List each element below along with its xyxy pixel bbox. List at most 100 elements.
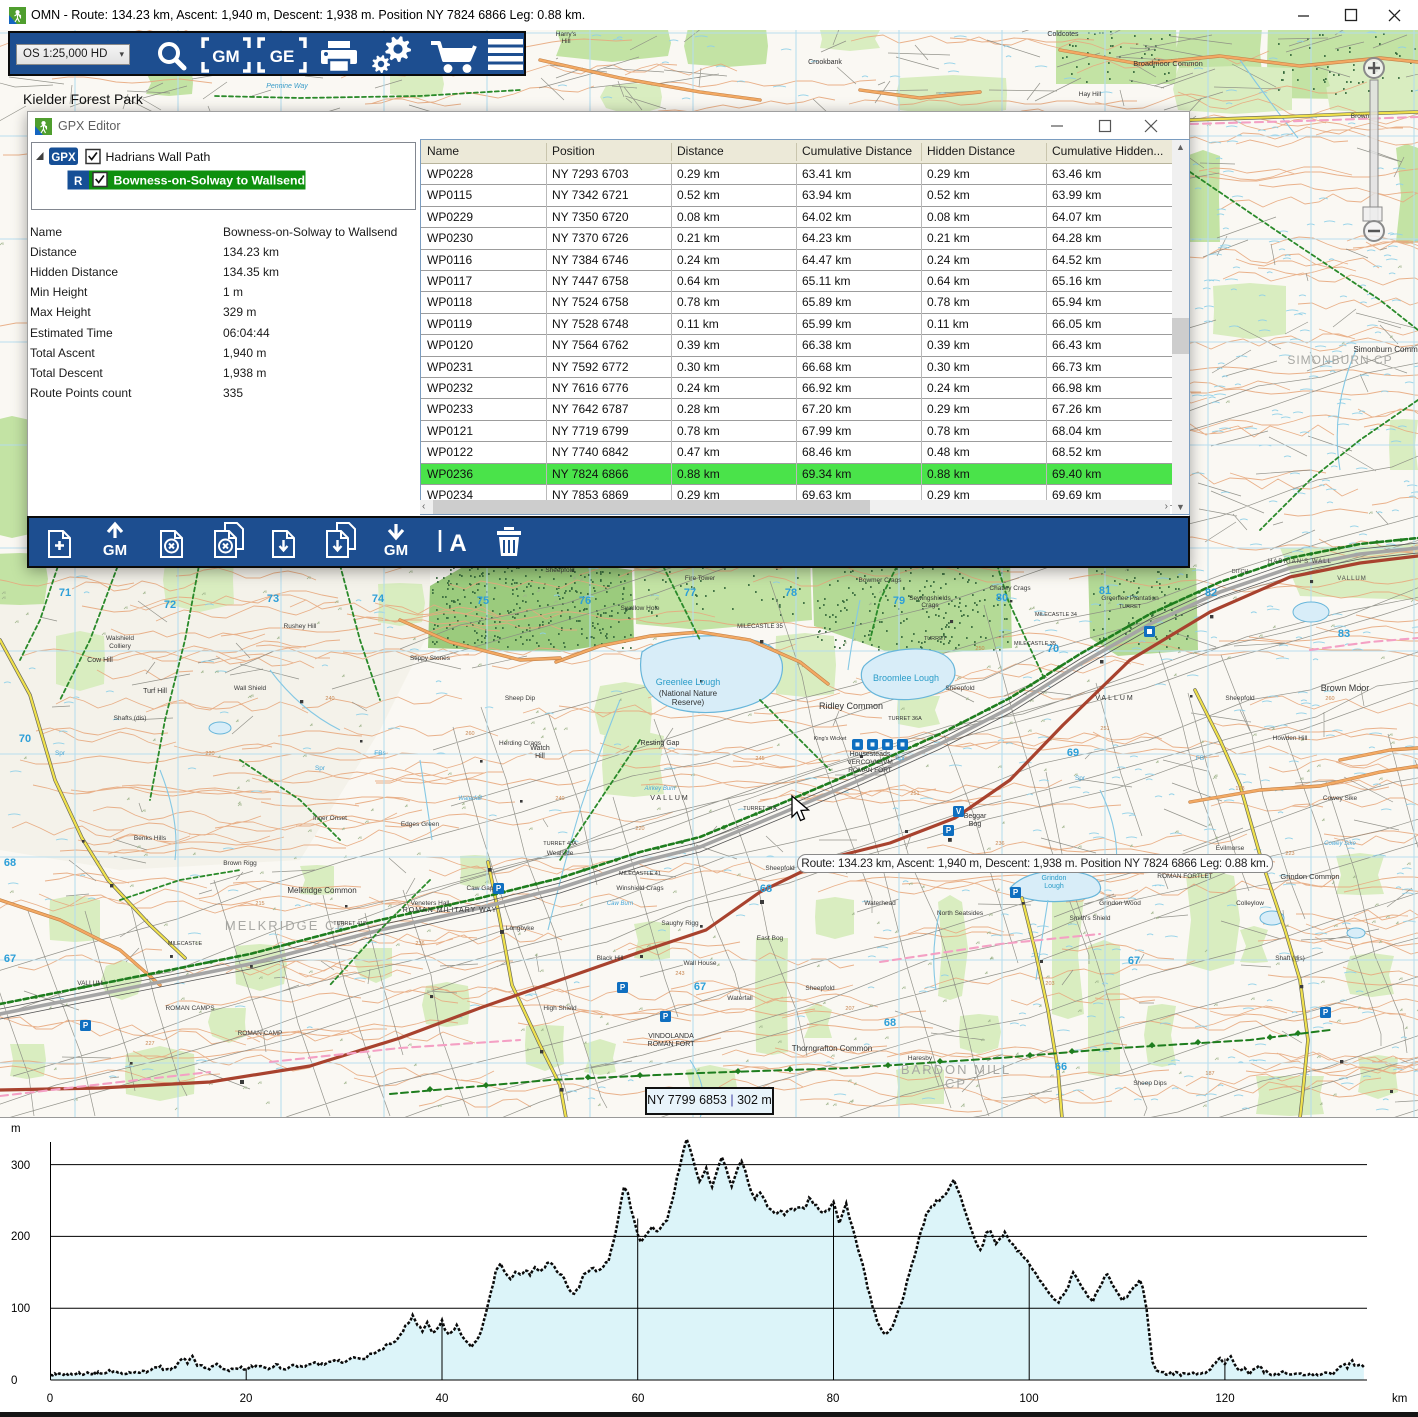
svg-text:Cowey Sike: Cowey Sike <box>1324 841 1356 847</box>
svg-text:Black Hill: Black Hill <box>597 955 624 962</box>
svg-text:Sheep Dip: Sheep Dip <box>505 695 536 702</box>
svg-text:Shafts (dis): Shafts (dis) <box>114 715 147 722</box>
svg-text:Sheepfold: Sheepfold <box>805 985 835 992</box>
svg-text:260: 260 <box>1325 696 1334 702</box>
svg-text:Beggar: Beggar <box>964 813 987 820</box>
svg-text:Kielder Forest Park: Kielder Forest Park <box>23 91 144 107</box>
svg-text:ROMAN FORTLET: ROMAN FORTLET <box>1157 873 1213 880</box>
svg-text:80: 80 <box>827 1393 840 1405</box>
svg-text:80: 80 <box>996 592 1008 604</box>
svg-text:Rushey Hill: Rushey Hill <box>284 623 317 630</box>
svg-text:Lough: Lough <box>1044 883 1064 890</box>
svg-text:76: 76 <box>579 595 591 607</box>
svg-text:TURRET 40A: TURRET 40A <box>543 841 577 847</box>
svg-text:Pennine Way: Pennine Way <box>266 83 308 90</box>
svg-text:Melkridge Common: Melkridge Common <box>287 886 356 895</box>
svg-text:207: 207 <box>845 1006 854 1012</box>
svg-text:Sewingshields: Sewingshields <box>909 595 951 602</box>
svg-text:TURRET: TURRET <box>1119 604 1142 610</box>
svg-text:Sheepfold: Sheepfold <box>945 685 975 692</box>
svg-text:74: 74 <box>372 593 385 605</box>
svg-text:Sheepfold: Sheepfold <box>765 865 795 872</box>
svg-text:251: 251 <box>910 791 919 797</box>
svg-text:CP: CP <box>945 1076 967 1091</box>
svg-text:Spr: Spr <box>1075 775 1086 782</box>
svg-text:P: P <box>946 826 952 835</box>
svg-text:TURRET: TURRET <box>924 636 947 642</box>
svg-text:MILECASTLE 41: MILECASTLE 41 <box>619 871 661 877</box>
svg-text:Resting Gap: Resting Gap <box>641 740 680 747</box>
svg-text:236: 236 <box>415 941 424 947</box>
svg-text:Greenlee Plantation: Greenlee Plantation <box>1101 595 1159 602</box>
svg-text:GE: GE <box>270 47 295 66</box>
svg-text:Waterfall: Waterfall <box>458 796 482 802</box>
svg-text:Swallow Hole: Swallow Hole <box>620 605 659 612</box>
svg-text:Grindon: Grindon <box>1042 875 1067 882</box>
svg-text:TURRET 37A: TURRET 37A <box>743 806 777 812</box>
svg-text:215: 215 <box>255 901 264 907</box>
svg-text:Caw Burn: Caw Burn <box>607 901 634 907</box>
svg-text:MILECASTLE: MILECASTLE <box>168 941 203 947</box>
svg-text:King's Wicket: King's Wicket <box>814 736 847 742</box>
svg-text:DITCH: DITCH <box>1232 569 1249 575</box>
svg-text:187: 187 <box>1205 1071 1214 1077</box>
svg-text:Airkey Burn: Airkey Burn <box>643 786 676 792</box>
svg-text:Cowey Sike: Cowey Sike <box>1323 795 1358 802</box>
svg-text:Chatley Crags: Chatley Crags <box>989 585 1031 592</box>
svg-text:Fire Tower: Fire Tower <box>685 575 716 582</box>
svg-text:Brown: Brown <box>1351 113 1370 120</box>
svg-text:Smith's Shield: Smith's Shield <box>1070 915 1111 922</box>
svg-text:240: 240 <box>325 696 334 702</box>
svg-text:VALLUM: VALLUM <box>650 795 690 802</box>
svg-text:Grindon Wood: Grindon Wood <box>1099 900 1141 907</box>
svg-text:GM: GM <box>103 542 127 559</box>
svg-text:Sheepfold: Sheepfold <box>545 567 575 574</box>
svg-text:Reserve): Reserve) <box>672 698 705 707</box>
svg-text:VERCOVICIVM: VERCOVICIVM <box>847 759 893 766</box>
svg-text:Herding Crags: Herding Crags <box>499 740 542 747</box>
svg-text:77: 77 <box>684 587 696 599</box>
svg-text:300: 300 <box>11 1160 30 1172</box>
svg-text:MILECASTLE 34: MILECASTLE 34 <box>1035 612 1077 618</box>
svg-text:243: 243 <box>675 971 684 977</box>
svg-text:MELKRIDGE CP: MELKRIDGE CP <box>225 918 347 933</box>
svg-text:67: 67 <box>1128 955 1140 967</box>
svg-text:Ridley Common: Ridley Common <box>819 701 883 711</box>
svg-text:Spr: Spr <box>55 750 66 757</box>
svg-text:High Shield: High Shield <box>543 1005 577 1012</box>
svg-text:73: 73 <box>267 593 279 605</box>
svg-text:VALLUM: VALLUM <box>1337 576 1367 582</box>
svg-text:GM: GM <box>212 47 239 66</box>
svg-text:Harry's: Harry's <box>556 31 577 38</box>
svg-text:Winshield Crags: Winshield Crags <box>616 885 664 892</box>
svg-text:FB: FB <box>1196 755 1204 762</box>
svg-text:MILECASTLE 35: MILECASTLE 35 <box>737 624 783 630</box>
svg-text:MILECASTLE 35: MILECASTLE 35 <box>1014 641 1056 647</box>
svg-text:m: m <box>11 1123 21 1135</box>
svg-text:Wealside: Wealside <box>547 850 574 857</box>
svg-text:Greenlee Lough: Greenlee Lough <box>656 677 721 687</box>
svg-text:ROMAN CAMPS: ROMAN CAMPS <box>165 1005 215 1012</box>
svg-text:P: P <box>663 1012 669 1021</box>
svg-text:Walshield: Walshield <box>106 635 134 642</box>
svg-text:Crookbank: Crookbank <box>808 59 842 66</box>
svg-text:P: P <box>83 1021 89 1030</box>
svg-text:Cow Hill: Cow Hill <box>87 657 113 664</box>
svg-text:Broadmoor Common: Broadmoor Common <box>1133 59 1203 68</box>
svg-text:250: 250 <box>975 646 984 652</box>
svg-text:68: 68 <box>760 883 772 895</box>
svg-text:240: 240 <box>555 796 564 802</box>
svg-text:0: 0 <box>47 1393 53 1405</box>
svg-text:69: 69 <box>1067 747 1079 759</box>
svg-text:75: 75 <box>477 595 489 607</box>
svg-text:245: 245 <box>755 756 764 762</box>
svg-text:(National Nature: (National Nature <box>659 689 718 698</box>
svg-text:ROMAN MILITARY WAY: ROMAN MILITARY WAY <box>403 907 498 914</box>
svg-text:VALLUM: VALLUM <box>77 980 103 987</box>
svg-text:Housesteads: Housesteads <box>850 751 891 758</box>
svg-text:100: 100 <box>11 1303 30 1315</box>
svg-text:Howden Hill: Howden Hill <box>1273 735 1308 742</box>
svg-text:VINDOLANDA: VINDOLANDA <box>648 1033 694 1040</box>
svg-text:Edges Green: Edges Green <box>401 821 440 828</box>
svg-text:Hill: Hill <box>561 38 571 45</box>
